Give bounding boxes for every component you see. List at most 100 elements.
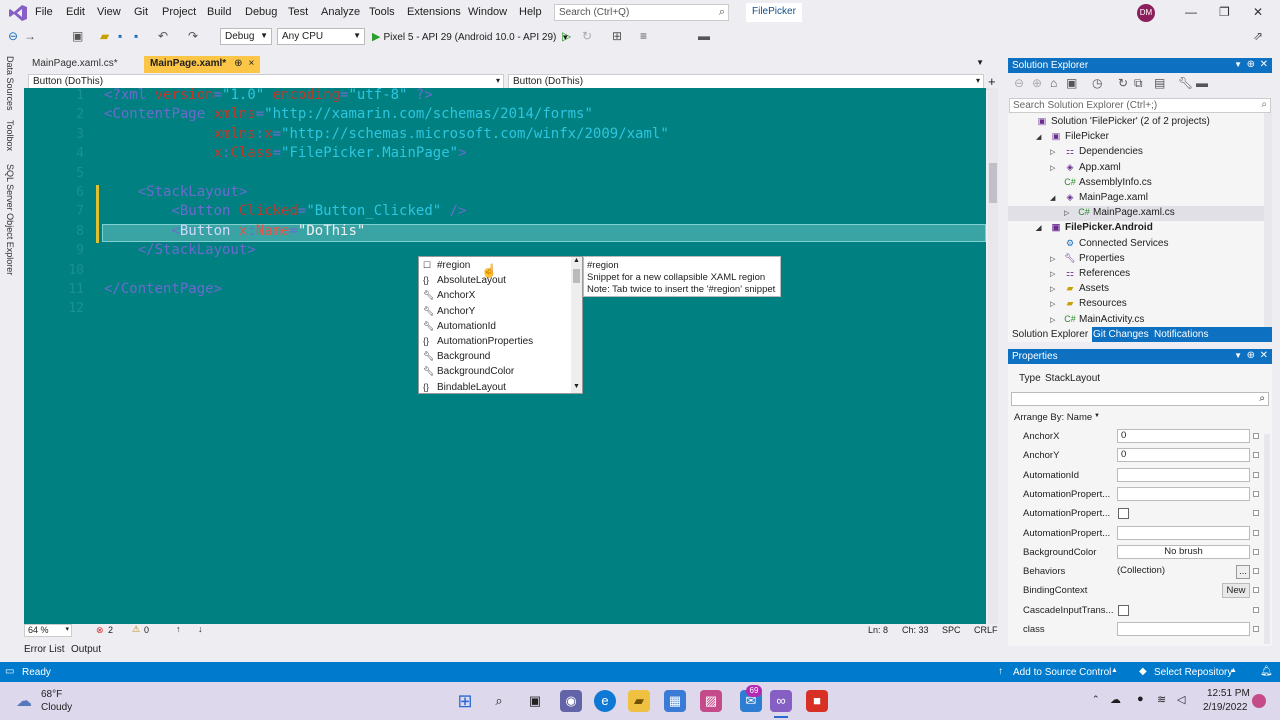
- clock-time[interactable]: 12:51 PM: [1207, 688, 1250, 699]
- navigation-dropdown-right[interactable]: Button (DoThis) ▾: [508, 74, 984, 89]
- data-sources-tab[interactable]: Data Sources: [5, 56, 15, 111]
- search-input[interactable]: Search (Ctrl+Q) ⌕: [554, 4, 729, 21]
- tab-mainpage-xaml-cs[interactable]: MainPage.xaml.cs*: [26, 56, 124, 73]
- menu-item-build[interactable]: Build: [207, 6, 231, 18]
- weather-temp[interactable]: 68°F: [41, 689, 62, 700]
- tree-item[interactable]: ▷ ⚏ References: [1050, 268, 1130, 279]
- scroll-up-icon[interactable]: ▲: [573, 257, 580, 264]
- tree-item[interactable]: ◢ ▣ FilePicker: [1036, 131, 1109, 142]
- task-view-icon[interactable]: ▣: [524, 690, 546, 712]
- close-icon[interactable]: ✕: [1260, 350, 1268, 361]
- property-value[interactable]: (Collection): [1117, 565, 1165, 576]
- redo-icon[interactable]: ↷: [188, 29, 198, 43]
- history-icon[interactable]: ◷: [1092, 76, 1102, 90]
- collapse-icon[interactable]: ◢: [1036, 133, 1041, 141]
- tree-item[interactable]: ▷ 🔧︎ Properties: [1050, 253, 1125, 264]
- code-line[interactable]: <?xml version="1.0" encoding="utf-8" ?>: [104, 87, 433, 103]
- menu-item-debug[interactable]: Debug: [245, 6, 277, 18]
- intellisense-item[interactable]: 🔧︎ AnchorX: [419, 288, 571, 303]
- device-manager-icon[interactable]: ⊞: [612, 29, 622, 43]
- intellisense-item[interactable]: 🔧︎ AnchorY: [419, 304, 571, 319]
- tree-item[interactable]: ▣ Solution 'FilePicker' (2 of 2 projects): [1036, 116, 1210, 127]
- window-position-icon[interactable]: ▼: [1234, 60, 1242, 69]
- tab-output[interactable]: Output: [71, 644, 101, 655]
- pin-icon[interactable]: ⊕: [1247, 350, 1255, 361]
- warning-icon[interactable]: ⚠: [132, 624, 140, 635]
- tab-notifications[interactable]: Notifications: [1154, 329, 1208, 340]
- menu-item-test[interactable]: Test: [288, 6, 308, 18]
- forward-icon[interactable]: →: [24, 29, 36, 43]
- expand-icon[interactable]: ▷: [1050, 255, 1055, 263]
- intellisense-list[interactable]: ☐ #region{} AbsoluteLayout 🔧︎ AnchorX 🔧︎ Ancho…: [418, 256, 583, 394]
- close-tab-icon[interactable]: ×: [249, 58, 255, 69]
- menu-item-window[interactable]: Window: [468, 6, 507, 18]
- property-marker[interactable]: [1253, 529, 1259, 536]
- sql-server-object-explorer-tab[interactable]: SQL Server Object Explorer: [5, 164, 15, 275]
- properties-search[interactable]: ⌕: [1011, 392, 1269, 406]
- property-marker[interactable]: [1253, 548, 1259, 555]
- property-checkbox[interactable]: [1118, 604, 1129, 616]
- close-icon[interactable]: ✕: [1253, 5, 1263, 19]
- property-marker[interactable]: [1253, 606, 1259, 613]
- expand-icon[interactable]: ▷: [1050, 300, 1055, 308]
- intellisense-item[interactable]: 🔧︎ AutomationId: [419, 319, 571, 334]
- preview-icon[interactable]: ▬: [1196, 76, 1208, 90]
- code-line[interactable]: </StackLayout>: [104, 242, 256, 258]
- intellisense-item[interactable]: 🔧︎ Background: [419, 349, 571, 364]
- scroll-down-icon[interactable]: ▼: [573, 383, 580, 390]
- close-icon[interactable]: ✕: [1260, 59, 1268, 70]
- search-icon[interactable]: ⌕: [488, 690, 510, 712]
- tree-item[interactable]: ▷ ◈ App.xaml: [1050, 162, 1121, 173]
- scroll-thumb[interactable]: [573, 269, 580, 283]
- menu-item-view[interactable]: View: [97, 6, 121, 18]
- toolbox-tab[interactable]: Toolbox: [5, 120, 15, 151]
- property-value-input[interactable]: [1117, 486, 1250, 501]
- switch-views-icon[interactable]: ▣: [1066, 76, 1077, 90]
- new-project-icon[interactable]: ▣: [72, 29, 83, 43]
- brush-editor[interactable]: No brush: [1117, 544, 1250, 559]
- save-all-icon[interactable]: ▪: [134, 29, 138, 43]
- intellisense-item[interactable]: {} AutomationProperties: [419, 334, 571, 349]
- select-repository-button[interactable]: Select Repository: [1154, 667, 1232, 678]
- tab-error-list[interactable]: Error List: [24, 644, 65, 655]
- menu-item-edit[interactable]: Edit: [66, 6, 85, 18]
- undo-icon[interactable]: ↶: [158, 29, 168, 43]
- arrow-up-icon[interactable]: ↑: [176, 624, 181, 634]
- store-icon[interactable]: ▦: [664, 690, 686, 712]
- scroll-thumb[interactable]: [989, 163, 997, 203]
- code-line[interactable]: <StackLayout>: [104, 184, 248, 200]
- teams-icon[interactable]: ◉: [560, 690, 582, 712]
- microphone-icon[interactable]: ●: [1137, 693, 1144, 705]
- zoom-dropdown[interactable]: 64 % ▾: [24, 624, 72, 637]
- tree-item[interactable]: ▷ ▰ Assets: [1050, 283, 1109, 294]
- code-line[interactable]: <ContentPage xmlns="http://xamarin.com/s…: [104, 106, 593, 122]
- tree-item[interactable]: ◢ ◈ MainPage.xaml: [1050, 192, 1148, 203]
- show-all-files-icon[interactable]: ▤: [1154, 76, 1165, 90]
- tree-item[interactable]: ▷ ⚏ Dependencies: [1050, 146, 1143, 157]
- hot-reload-icon[interactable]: ↻: [582, 29, 592, 43]
- start-without-debugging-icon[interactable]: ▷: [562, 29, 571, 43]
- whitespace-mode[interactable]: SPC: [942, 625, 961, 635]
- menu-item-tools[interactable]: Tools: [369, 6, 395, 18]
- home-icon[interactable]: ⌂: [1050, 76, 1057, 90]
- new-button[interactable]: New: [1222, 583, 1250, 599]
- photos-icon[interactable]: ▨: [700, 690, 722, 712]
- tab-overflow-icon[interactable]: ▼: [976, 58, 984, 67]
- weather-desc[interactable]: Cloudy: [41, 702, 72, 713]
- tree-scrollbar[interactable]: [1264, 113, 1272, 327]
- onedrive-icon[interactable]: ☁: [1110, 693, 1121, 706]
- menu-item-help[interactable]: Help: [519, 6, 542, 18]
- pin-icon[interactable]: ⊕: [234, 58, 242, 69]
- configuration-dropdown[interactable]: Debug ▼: [220, 28, 272, 45]
- property-marker[interactable]: [1253, 568, 1259, 575]
- expand-icon[interactable]: ▷: [1050, 316, 1055, 324]
- recorder-icon[interactable]: ■: [806, 690, 828, 712]
- code-line[interactable]: </ContentPage>: [104, 281, 222, 297]
- code-line[interactable]: <Button Clicked="Button_Clicked" />: [104, 203, 466, 219]
- expand-icon[interactable]: ▷: [1064, 209, 1069, 217]
- refresh-icon[interactable]: ↻: [1118, 76, 1128, 90]
- tab-mainpage-xaml[interactable]: MainPage.xaml* ⊕ ×: [144, 56, 261, 73]
- split-editor-icon[interactable]: +: [988, 74, 996, 89]
- property-marker[interactable]: [1253, 510, 1259, 517]
- window-position-icon[interactable]: ▼: [1234, 351, 1242, 360]
